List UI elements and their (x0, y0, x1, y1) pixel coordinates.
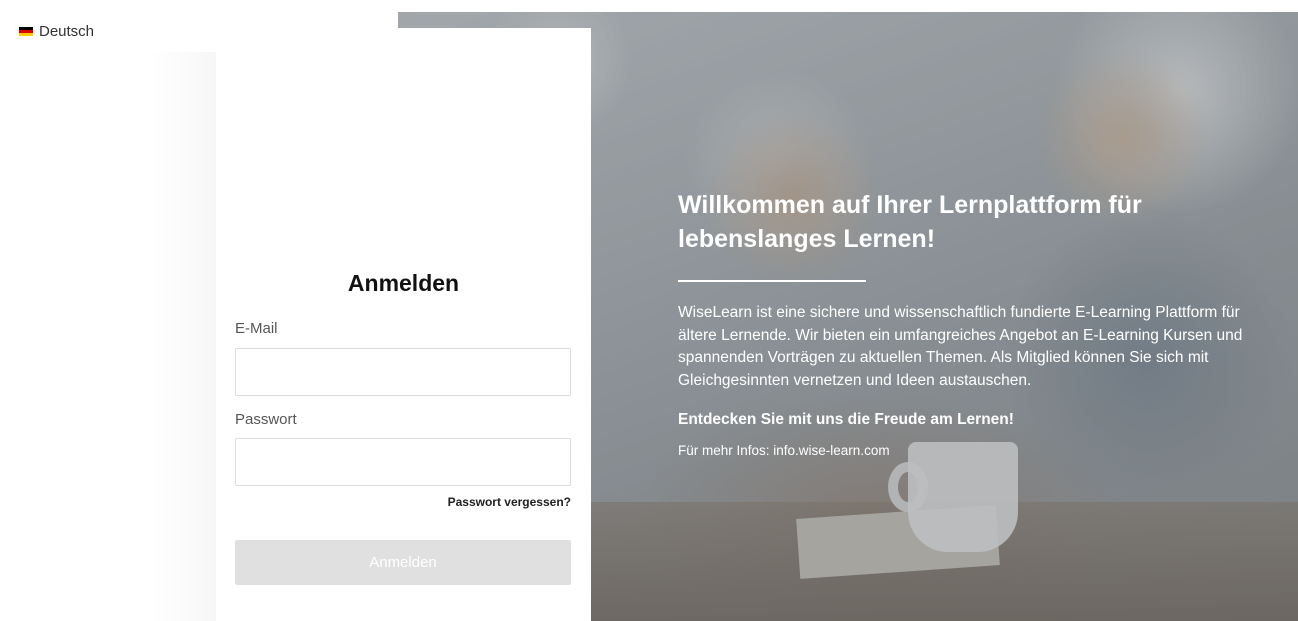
hero-description: WiseLearn ist eine sichere und wissensch… (678, 304, 1243, 389)
password-field[interactable] (235, 438, 571, 486)
login-button[interactable]: Anmelden (235, 540, 571, 585)
forgot-password-link[interactable]: Passwort vergessen? (448, 495, 571, 509)
german-flag-icon (19, 27, 33, 36)
language-label: Deutsch (39, 23, 95, 40)
login-card: Anmelden E-Mail Passwort Passwort verges… (216, 28, 591, 621)
password-label: Passwort (235, 411, 297, 428)
hero-info-text: Für mehr Infos: info.wise-learn.com (678, 443, 890, 458)
hero-cta-text: Entdecken Sie mit uns die Freude am Lern… (678, 411, 1014, 428)
hero-title: Willkommen auf Ihrer Lernplattform für l… (678, 191, 1142, 253)
hero-text-block: Willkommen auf Ihrer Lernplattform für l… (678, 188, 1278, 458)
flag-stripe-gold (19, 33, 33, 36)
login-title: Anmelden (347, 270, 460, 296)
hero-divider (678, 280, 866, 282)
email-field[interactable] (235, 348, 571, 396)
email-label: E-Mail (235, 320, 278, 337)
